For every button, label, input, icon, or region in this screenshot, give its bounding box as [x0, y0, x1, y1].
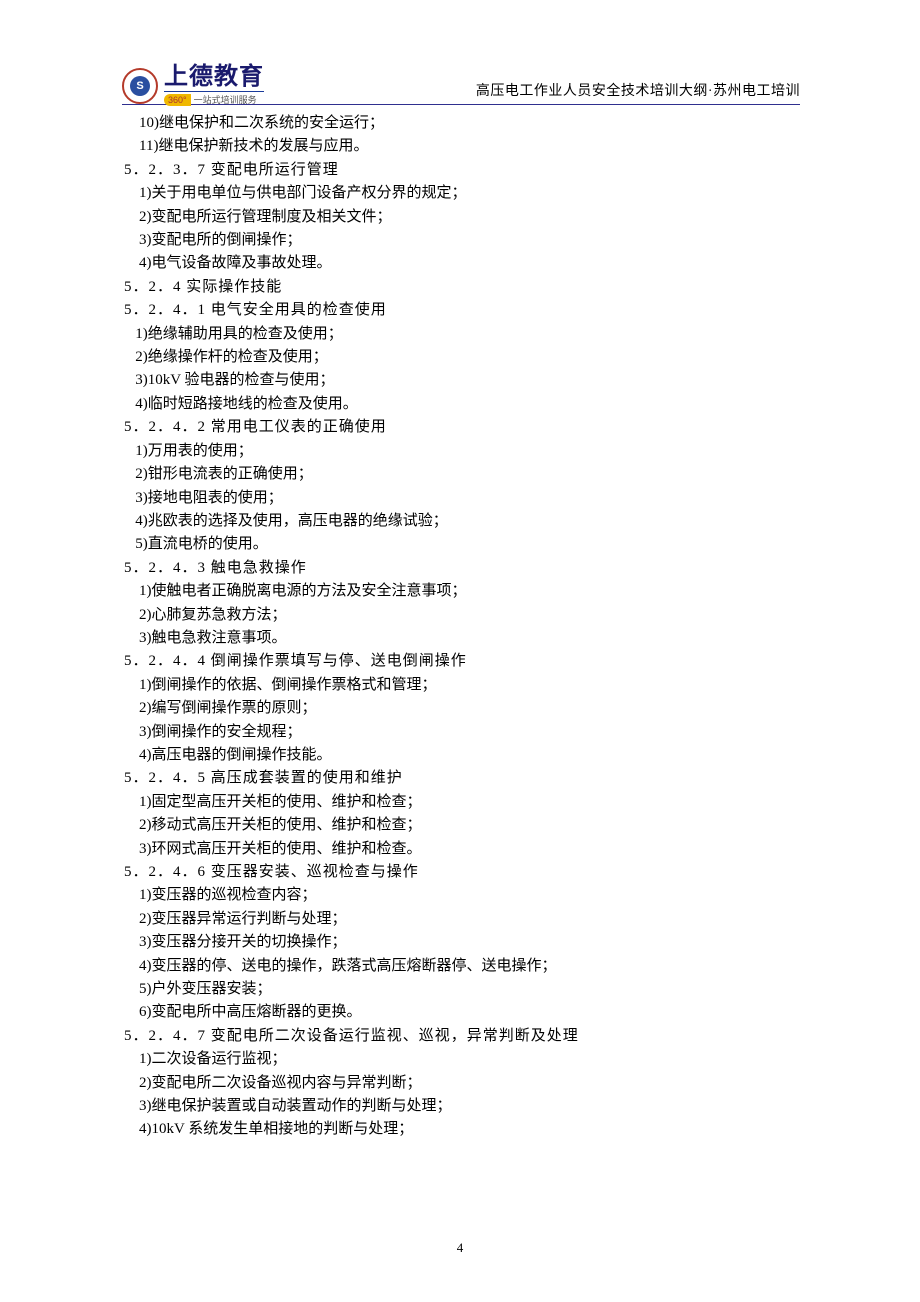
text-line: 5．2．4．4 倒闸操作票填写与停、送电倒闸操作 — [124, 650, 802, 673]
text-line: 2)钳形电流表的正确使用； — [124, 463, 802, 486]
text-line: 2)移动式高压开关柜的使用、维护和检查； — [124, 814, 802, 837]
text-line: 11)继电保护新技术的发展与应用。 — [124, 135, 802, 158]
text-line: 2)变配电所二次设备巡视内容与异常判断； — [124, 1072, 802, 1095]
text-line: 10)继电保护和二次系统的安全运行； — [124, 112, 802, 135]
page-number: 4 — [0, 1240, 920, 1256]
page-header: S 上德教育 360° 一站式培训服务 高压电工作业人员安全技术培训大纲·苏州电… — [122, 56, 800, 105]
text-line: 4)高压电器的倒闸操作技能。 — [124, 744, 802, 767]
text-line: 1)使触电者正确脱离电源的方法及安全注意事项； — [124, 580, 802, 603]
document-page: S 上德教育 360° 一站式培训服务 高压电工作业人员安全技术培训大纲·苏州电… — [0, 0, 920, 1302]
logo-pill: 360° — [164, 94, 191, 106]
logo-text: 上德教育 360° 一站式培训服务 — [164, 65, 264, 106]
logo-subtitle: 一站式培训服务 — [194, 96, 257, 105]
text-line: 2)变配电所运行管理制度及相关文件； — [124, 206, 802, 229]
logo: S 上德教育 360° 一站式培训服务 — [122, 65, 264, 106]
text-line: 5．2．4．5 高压成套装置的使用和维护 — [124, 767, 802, 790]
text-line: 5．2．4．6 变压器安装、巡视检查与操作 — [124, 861, 802, 884]
text-line: 1)倒闸操作的依据、倒闸操作票格式和管理； — [124, 674, 802, 697]
text-line: 2)绝缘操作杆的检查及使用； — [124, 346, 802, 369]
text-line: 5．2．4．1 电气安全用具的检查使用 — [124, 299, 802, 322]
text-line: 3)接地电阻表的使用； — [124, 487, 802, 510]
document-body: 10)继电保护和二次系统的安全运行； 11)继电保护新技术的发展与应用。5．2．… — [124, 112, 802, 1142]
text-line: 3)10kV 验电器的检查与使用； — [124, 369, 802, 392]
text-line: 2)心肺复苏急救方法； — [124, 604, 802, 627]
text-line: 3)环网式高压开关柜的使用、维护和检查。 — [124, 838, 802, 861]
logo-badge-icon: S — [122, 68, 158, 104]
logo-letter: S — [130, 76, 150, 96]
text-line: 3)继电保护装置或自动装置动作的判断与处理； — [124, 1095, 802, 1118]
text-line: 2)变压器异常运行判断与处理； — [124, 908, 802, 931]
text-line: 1)关于用电单位与供电部门设备产权分界的规定； — [124, 182, 802, 205]
text-line: 5．2．4．7 变配电所二次设备运行监视、巡视，异常判断及处理 — [124, 1025, 802, 1048]
text-line: 4)兆欧表的选择及使用，高压电器的绝缘试验； — [124, 510, 802, 533]
text-line: 5．2．4．3 触电急救操作 — [124, 557, 802, 580]
text-line: 1)固定型高压开关柜的使用、维护和检查； — [124, 791, 802, 814]
text-line: 1)变压器的巡视检查内容； — [124, 884, 802, 907]
text-line: 3)倒闸操作的安全规程； — [124, 721, 802, 744]
text-line: 1)二次设备运行监视； — [124, 1048, 802, 1071]
text-line: 4)10kV 系统发生单相接地的判断与处理； — [124, 1118, 802, 1141]
text-line: 6)变配电所中高压熔断器的更换。 — [124, 1001, 802, 1024]
logo-subtitle-wrap: 360° 一站式培训服务 — [164, 94, 264, 106]
header-right-text: 高压电工作业人员安全技术培训大纲·苏州电工培训 — [476, 80, 800, 104]
text-line: 1)万用表的使用； — [124, 440, 802, 463]
text-line: 2)编写倒闸操作票的原则； — [124, 697, 802, 720]
text-line: 5)直流电桥的使用。 — [124, 533, 802, 556]
text-line: 5．2．4．2 常用电工仪表的正确使用 — [124, 416, 802, 439]
text-line: 5．2．4 实际操作技能 — [124, 276, 802, 299]
text-line: 1)绝缘辅助用具的检查及使用； — [124, 323, 802, 346]
text-line: 3)变压器分接开关的切换操作； — [124, 931, 802, 954]
text-line: 4)变压器的停、送电的操作，跌落式高压熔断器停、送电操作； — [124, 955, 802, 978]
text-line: 3)触电急救注意事项。 — [124, 627, 802, 650]
text-line: 4)电气设备故障及事故处理。 — [124, 252, 802, 275]
text-line: 5)户外变压器安装； — [124, 978, 802, 1001]
text-line: 3)变配电所的倒闸操作； — [124, 229, 802, 252]
text-line: 5．2．3．7 变配电所运行管理 — [124, 159, 802, 182]
text-line: 4)临时短路接地线的检查及使用。 — [124, 393, 802, 416]
logo-title: 上德教育 — [164, 65, 264, 92]
